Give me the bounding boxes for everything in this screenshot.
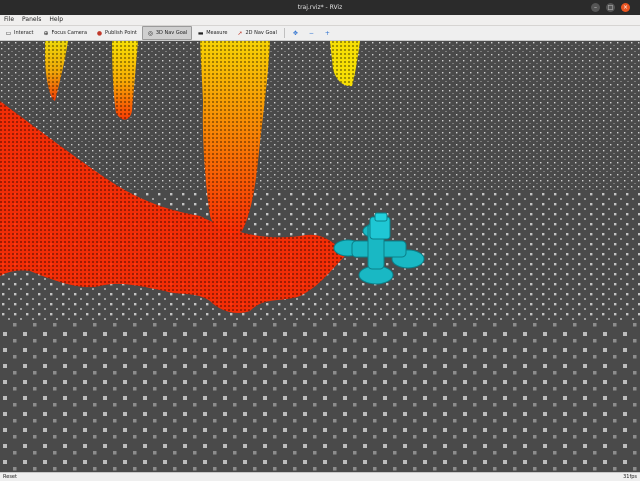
add-tool-button[interactable]: +: [321, 27, 336, 39]
nav-goal-3d-label: 3D Nav Goal: [155, 30, 188, 36]
plus-icon: +: [324, 29, 330, 37]
ruler-icon: ▬: [197, 29, 204, 37]
arrow-icon: ➚: [237, 29, 243, 37]
nav-goal-2d-label: 2D Nav Goal: [245, 30, 277, 36]
focus-camera-label: Focus Camera: [51, 30, 88, 36]
focus-camera-button[interactable]: ⊕ Focus Camera: [39, 27, 92, 39]
interact-icon: ▭: [5, 29, 12, 37]
publish-point-label: Publish Point: [105, 30, 137, 36]
focus-camera-icon: ⊕: [43, 29, 49, 37]
move-tool-button[interactable]: ✥: [289, 27, 304, 39]
window-title: traj.rviz* - RViz: [297, 4, 343, 11]
menu-panels[interactable]: Panels: [18, 15, 45, 25]
minus-icon: −: [308, 29, 314, 37]
target-icon: ◎: [147, 29, 153, 37]
ground-points-far: [0, 41, 640, 191]
measure-label: Measure: [206, 30, 228, 36]
maximize-button[interactable]: □: [606, 3, 615, 12]
tool-bar: ▭ Interact ⊕ Focus Camera ● Publish Point ◎…: [0, 26, 640, 41]
title-bar: traj.rviz* - RViz – □ ×: [0, 0, 640, 15]
remove-tool-button[interactable]: −: [305, 27, 320, 39]
menu-bar: File Panels Help: [0, 15, 640, 26]
menu-help[interactable]: Help: [45, 15, 67, 25]
map-pin-icon: ●: [96, 29, 103, 37]
publish-point-button[interactable]: ● Publish Point: [92, 27, 141, 39]
nav-goal-2d-button[interactable]: ➚ 2D Nav Goal: [232, 27, 280, 39]
measure-button[interactable]: ▬ Measure: [193, 27, 231, 39]
nav-goal-3d-button[interactable]: ◎ 3D Nav Goal: [141, 26, 193, 40]
move-icon: ✥: [292, 29, 298, 37]
menu-file[interactable]: File: [0, 15, 18, 25]
3d-render-viewport[interactable]: [0, 41, 640, 472]
interact-label: Interact: [14, 30, 34, 36]
scene-canvas: [0, 41, 640, 472]
minimize-button[interactable]: –: [591, 3, 600, 12]
close-button[interactable]: ×: [621, 3, 630, 12]
toolbar-separator: [283, 28, 285, 38]
interact-tool-button[interactable]: ▭ Interact: [1, 27, 38, 39]
ground-points-near: [0, 321, 640, 472]
